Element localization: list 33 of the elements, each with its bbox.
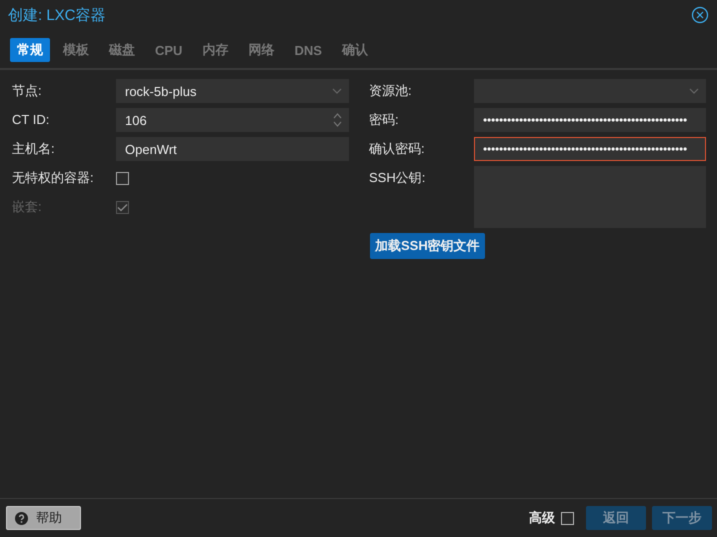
field-label: 无特权的容器: — [12, 169, 95, 187]
input-field[interactable]: OpenWrt — [116, 137, 349, 161]
tab[interactable]: 确认 — [334, 38, 375, 62]
tab[interactable]: CPU — [148, 38, 190, 62]
field-label: SSH公钥: — [369, 169, 426, 187]
field-label: CT ID: — [12, 111, 50, 129]
tab[interactable]: 磁盘 — [102, 38, 142, 62]
tab[interactable]: 模板 — [56, 38, 96, 62]
chevron-down-icon[interactable] — [689, 88, 699, 94]
help-icon — [15, 512, 28, 524]
tab[interactable]: DNS — [287, 38, 329, 62]
window-title: 创建: LXC容器 — [8, 6, 106, 24]
load-ssh-key-button[interactable]: 加载SSH密钥文件 — [370, 233, 485, 259]
ct-id-spinner[interactable]: 106 — [116, 108, 349, 132]
field-label: 主机名: — [12, 140, 56, 158]
tab[interactable]: 常规 — [10, 38, 50, 62]
field-label: 密码: — [369, 111, 400, 129]
tab[interactable]: 网络 — [241, 38, 282, 62]
field-label: 资源池: — [369, 82, 413, 100]
field-label: 确认密码: — [369, 140, 426, 158]
field-label: 嵌套: — [12, 198, 43, 216]
advanced-checkbox[interactable] — [561, 512, 574, 524]
password-field[interactable]: ••••••••••••••••••••••••••••••••••••••••••••••••••• — [474, 108, 706, 132]
spinner-arrows-icon[interactable] — [333, 112, 342, 128]
close-button[interactable] — [691, 6, 709, 24]
checkbox[interactable] — [116, 172, 129, 185]
help-button[interactable]: 帮助 — [6, 506, 81, 530]
field-label: 节点: — [12, 82, 43, 100]
password-field[interactable]: ••••••••••••••••••••••••••••••••••••••••••••••••••• — [474, 137, 706, 161]
node-combo[interactable]: rock-5b-plus — [116, 79, 349, 103]
tab[interactable]: 内存 — [195, 38, 236, 62]
advanced-label: 高级 — [529, 509, 555, 527]
chevron-down-icon[interactable] — [332, 88, 342, 94]
